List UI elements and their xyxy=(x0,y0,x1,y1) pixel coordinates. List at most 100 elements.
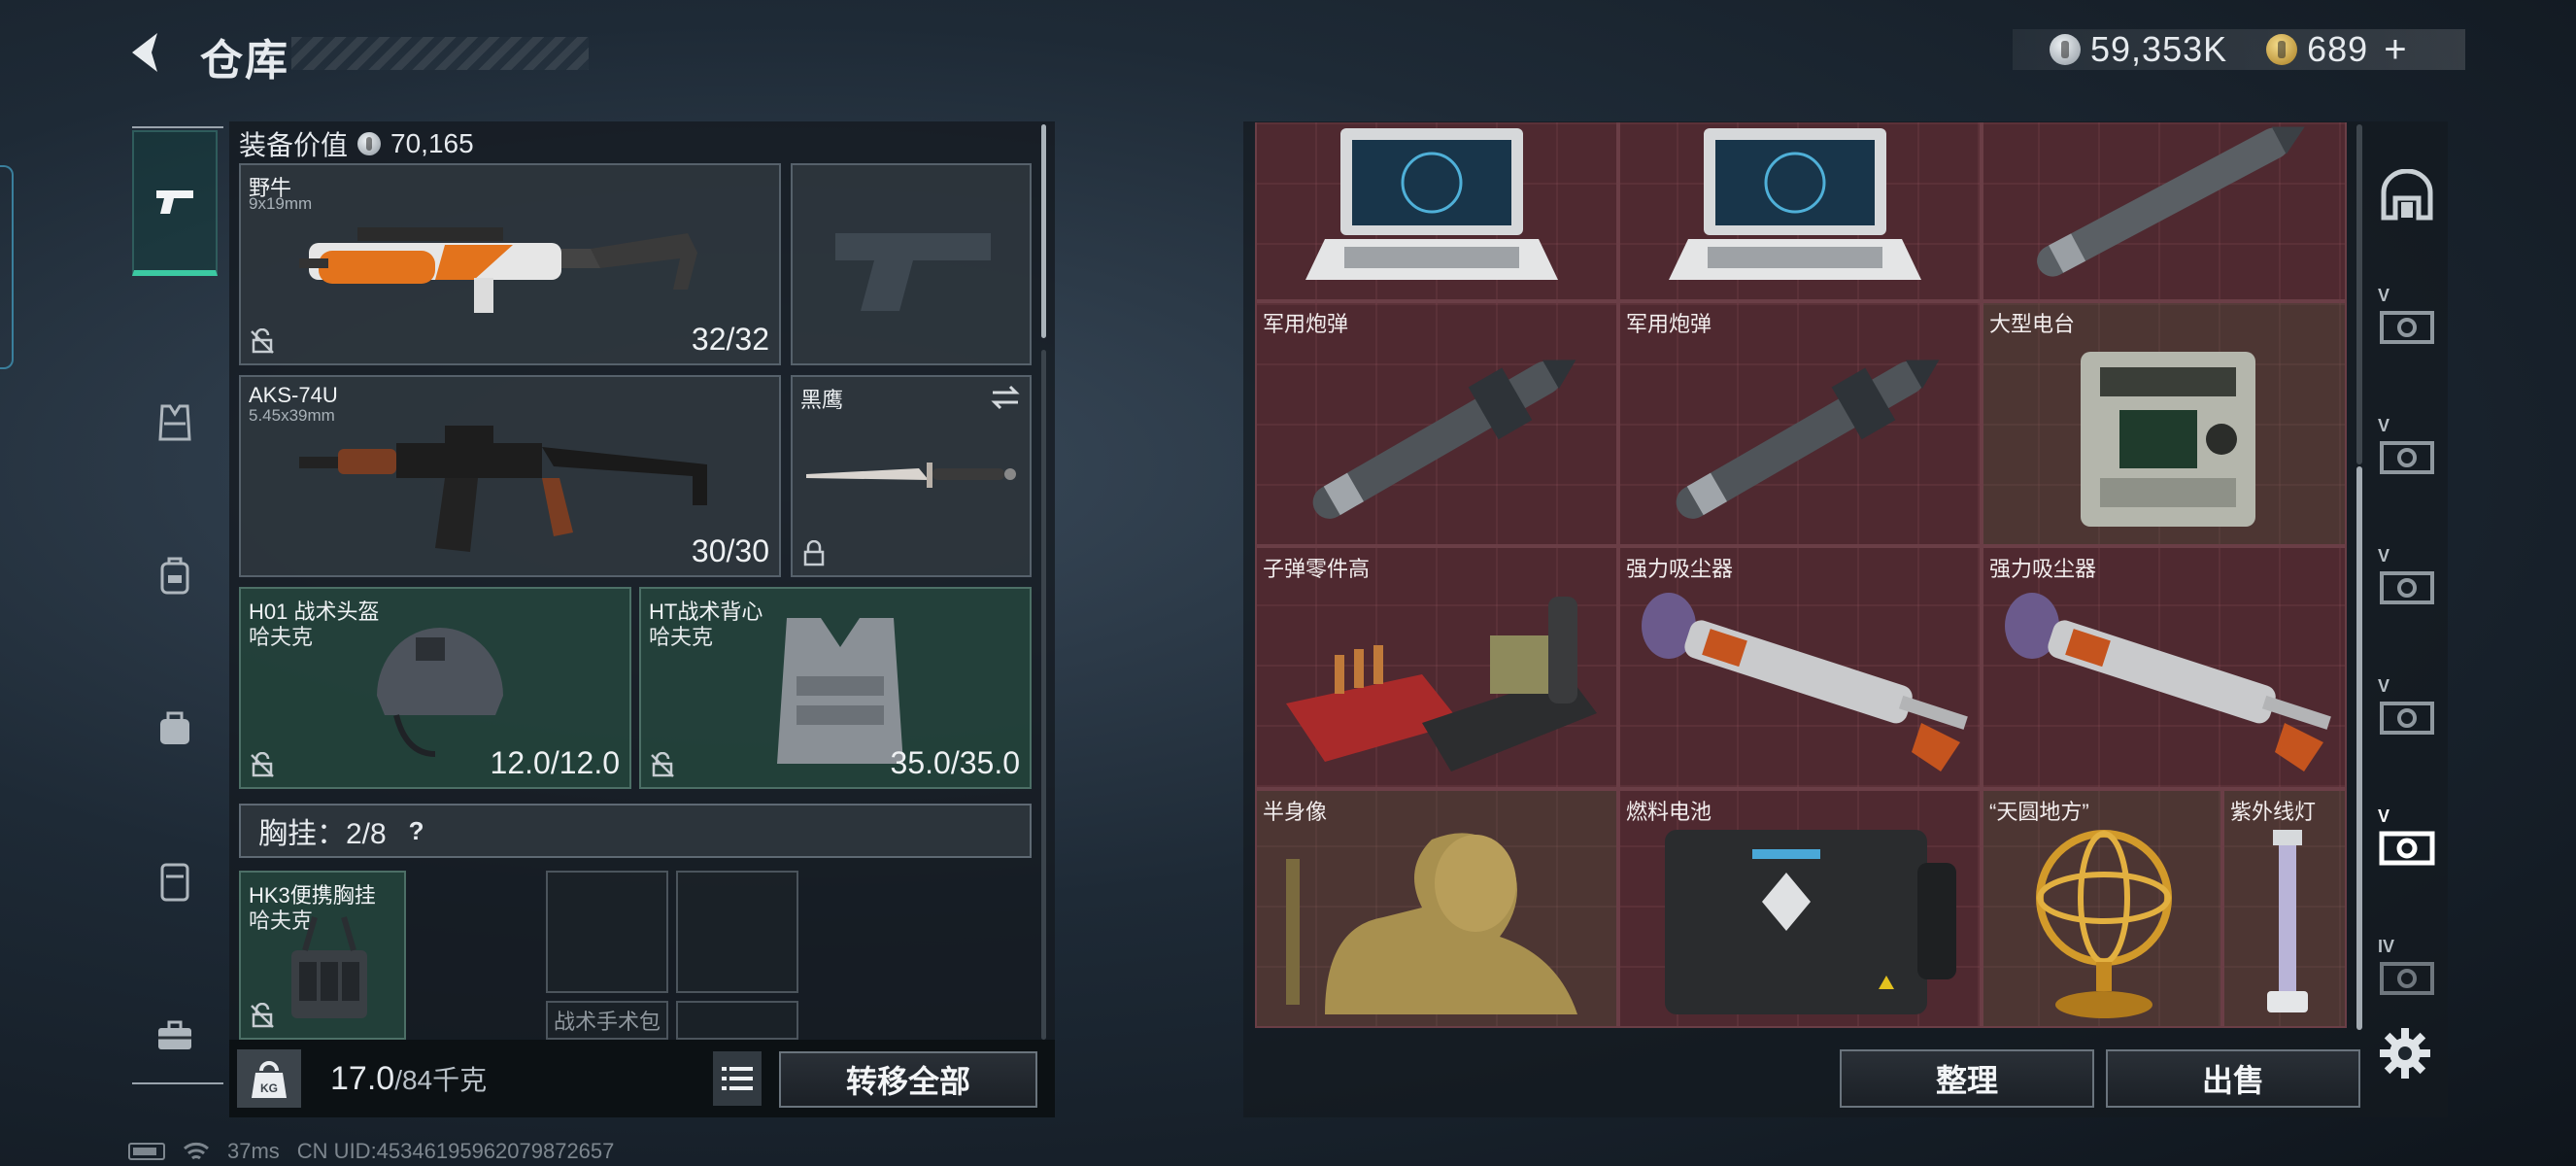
stash-filter-nav: V V V V V IV xyxy=(2362,146,2450,1040)
missile-icon xyxy=(1312,360,1576,519)
safehouse-icon xyxy=(2381,169,2433,221)
list-view-button[interactable] xyxy=(713,1051,762,1106)
filter-tier-v-2[interactable]: V xyxy=(2376,416,2438,484)
nav-divider xyxy=(132,126,223,128)
silver-coin-icon xyxy=(2050,34,2081,65)
helmet-slot[interactable]: H01 战术头盔 哈夫克 12.0/12.0 xyxy=(239,587,631,789)
armor-durability: 35.0/35.0 xyxy=(890,745,1020,780)
filter-tier-v-3[interactable]: V xyxy=(2376,546,2438,614)
add-currency-button[interactable]: + xyxy=(2384,28,2407,72)
pistol-slot[interactable] xyxy=(791,163,1032,365)
filter-tier-iv[interactable]: IV xyxy=(2376,937,2438,1005)
settings-button[interactable] xyxy=(2378,1026,2436,1084)
chest-rig-cell[interactable] xyxy=(676,1001,798,1040)
filter-tier-v-1[interactable]: V xyxy=(2376,286,2438,354)
nav-backpack[interactable] xyxy=(132,523,218,630)
nav-armor[interactable] xyxy=(132,369,218,476)
stash-item-laptop[interactable] xyxy=(1618,122,1982,301)
laptop-icon xyxy=(1305,128,1558,280)
fuel-cell-icon xyxy=(1665,830,1956,1014)
chest-rig-cell[interactable] xyxy=(546,871,668,993)
filter-safehouse[interactable] xyxy=(2376,165,2438,227)
helmet-icon xyxy=(377,628,503,757)
nav-bag[interactable] xyxy=(132,674,218,781)
nav-toolbox[interactable] xyxy=(132,981,218,1088)
knife-icon xyxy=(806,463,1016,488)
item-name: 紫外线灯 xyxy=(2230,800,2317,824)
side-drawer-tab[interactable] xyxy=(0,165,14,369)
stash-item-uv-lamp[interactable]: 紫外线灯 xyxy=(2222,789,2347,1028)
chest-rig-cell[interactable] xyxy=(676,871,798,993)
stash-item-laptop[interactable] xyxy=(1255,122,1618,301)
sell-button[interactable]: 出售 xyxy=(2106,1049,2360,1108)
equipment-value-amount: 70,165 xyxy=(390,128,474,158)
nav-weapons[interactable] xyxy=(132,130,218,276)
back-button[interactable] xyxy=(122,27,171,78)
tier-tag: IV xyxy=(2378,937,2395,956)
filter-tier-v-4[interactable]: V xyxy=(2376,676,2438,744)
back-arrow-icon xyxy=(132,33,157,72)
currency-display: 59,353K 689 + xyxy=(2013,28,2465,72)
svg-text:KG: KG xyxy=(260,1081,278,1095)
helmet-durability: 12.0/12.0 xyxy=(490,745,620,780)
weight-icon: KG xyxy=(237,1049,301,1108)
stash-item-bust[interactable]: 半身像 xyxy=(1255,789,1618,1028)
equipment-scroll-track xyxy=(1041,350,1046,1040)
radio-icon xyxy=(2081,352,2255,527)
swap-icon xyxy=(991,385,1020,410)
vacuum-icon xyxy=(1642,593,1968,772)
bust-icon xyxy=(1286,833,1577,1014)
page-title: 仓库 xyxy=(200,37,289,85)
stash-item-vacuum[interactable]: 强力吸尘器 xyxy=(1982,546,2347,789)
sort-button[interactable]: 整理 xyxy=(1840,1049,2094,1108)
stash-item-artillery-shell[interactable]: 军用炮弹 xyxy=(1255,301,1618,546)
transfer-all-button[interactable]: 转移全部 xyxy=(779,1051,1037,1108)
help-icon[interactable]: ? xyxy=(392,806,440,855)
silver-amount: 59,353K xyxy=(2090,29,2228,69)
pistol-placeholder-icon xyxy=(835,233,991,311)
title-decoration xyxy=(291,37,589,70)
bag-icon xyxy=(160,711,189,744)
stash-item-missile[interactable] xyxy=(1982,122,2347,301)
nav-divider xyxy=(132,1082,223,1084)
unlocked-icon xyxy=(651,752,674,777)
missile-icon xyxy=(1676,360,1940,519)
item-name: 军用炮弹 xyxy=(1626,312,1712,336)
stash-item-large-radio[interactable]: 大型电台 xyxy=(1982,301,2347,546)
tier-tag: V xyxy=(2378,806,2390,826)
stash-item-artillery-shell[interactable]: 军用炮弹 xyxy=(1618,301,1982,546)
equipment-value-label: 装备价值 xyxy=(239,130,349,160)
chest-rig-slot[interactable]: HK3便携胸挂 哈夫克 xyxy=(239,871,406,1040)
lock-icon xyxy=(803,540,825,566)
stash-item-ammo-parts[interactable]: 子弹零件高 xyxy=(1255,546,1618,789)
equipment-scrollbar[interactable] xyxy=(1041,124,1046,338)
chest-rig-header: 胸挂：2/8 ? xyxy=(239,804,1032,858)
unlocked-icon xyxy=(251,328,274,354)
vacuum-icon xyxy=(2005,593,2331,772)
melee-slot[interactable]: 黑鹰 xyxy=(791,375,1032,577)
current-weight: 17.0 xyxy=(330,1060,395,1097)
weight-capacity: /84千克 xyxy=(394,1065,488,1095)
primary-weapon-slot[interactable]: 野牛 9x19mm 32/32 xyxy=(239,163,781,365)
status-line: 37ms CN UID:45346195962079872657 xyxy=(128,1139,614,1164)
aks74u-rifle-icon xyxy=(299,426,707,552)
chest-rig-icon xyxy=(291,916,367,1018)
tier-tag: V xyxy=(2378,416,2390,435)
ammo-count: 30/30 xyxy=(691,533,769,568)
bizon-smg-icon xyxy=(299,227,697,313)
tier-tag: V xyxy=(2378,286,2390,305)
chest-rig-capacity: 胸挂：2/8 xyxy=(258,818,387,850)
stash-grid: 军用炮弹 军用炮弹 大型电台 子弹零件高 强力吸尘器 强力吸尘器 半身像 燃料电… xyxy=(1255,122,2347,1028)
armor-slot[interactable]: HT战术背心 哈夫克 35.0/35.0 xyxy=(639,587,1032,789)
missile-icon xyxy=(2037,126,2305,277)
stash-item-vacuum[interactable]: 强力吸尘器 xyxy=(1618,546,1982,789)
secondary-weapon-slot[interactable]: AKS-74U 5.45x39mm 30/30 xyxy=(239,375,781,577)
equipment-value: 装备价值 70,165 xyxy=(239,124,474,163)
list-icon xyxy=(722,1067,753,1090)
filter-tier-v-5-active[interactable]: V xyxy=(2376,806,2438,874)
ping: 37ms xyxy=(227,1139,280,1163)
stash-item-armillary-sphere[interactable]: “天圆地方” xyxy=(1982,789,2222,1028)
stash-item-fuel-cell[interactable]: 燃料电池 xyxy=(1618,789,1982,1028)
surgery-pouch-label: 战术手术包 xyxy=(554,1010,661,1034)
nav-container[interactable] xyxy=(132,828,218,935)
